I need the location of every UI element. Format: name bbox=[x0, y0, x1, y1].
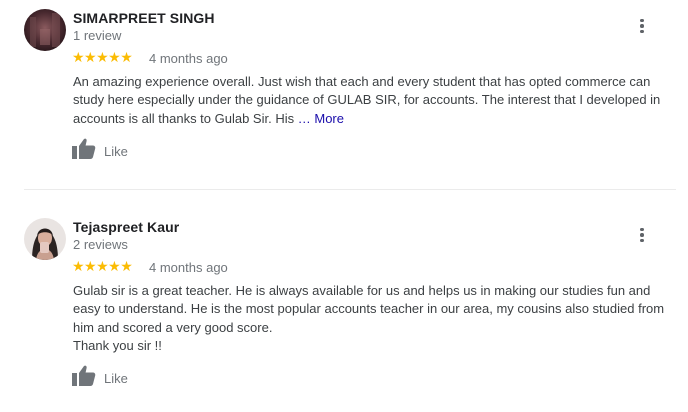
reviewer-review-count[interactable]: 2 reviews bbox=[73, 237, 128, 252]
more-vert-icon bbox=[640, 227, 644, 243]
review-divider bbox=[24, 189, 676, 190]
star-rating: ★★★★★ bbox=[72, 258, 133, 274]
star-rating: ★★★★★ bbox=[72, 49, 133, 65]
reviewer-review-count[interactable]: 1 review bbox=[73, 28, 121, 43]
thumbs-up-icon bbox=[72, 365, 96, 392]
like-label: Like bbox=[104, 143, 128, 159]
more-link[interactable]: More bbox=[314, 111, 344, 126]
review-text: An amazing experience overall. Just wish… bbox=[73, 73, 673, 128]
thumbs-up-icon bbox=[72, 138, 96, 165]
reviewer-avatar[interactable] bbox=[24, 9, 66, 51]
review-date: 4 months ago bbox=[149, 51, 228, 66]
review-menu-button[interactable] bbox=[632, 225, 652, 245]
review-body: An amazing experience overall. Just wish… bbox=[73, 74, 661, 126]
more-vert-icon bbox=[640, 18, 644, 34]
review-body-line: Thank you sir !! bbox=[73, 338, 162, 354]
like-button[interactable]: Like bbox=[72, 138, 128, 165]
reviewer-avatar[interactable] bbox=[24, 218, 66, 260]
review-date: 4 months ago bbox=[149, 260, 228, 275]
like-label: Like bbox=[104, 370, 128, 386]
reviewer-name[interactable]: SIMARPREET SINGH bbox=[73, 10, 215, 26]
review-card: SIMARPREET SINGH 1 review ★★★★★ 4 months… bbox=[0, 0, 688, 190]
reviewer-name[interactable]: Tejaspreet Kaur bbox=[73, 219, 179, 235]
review-text: Gulab sir is a great teacher. He is alwa… bbox=[73, 282, 673, 356]
like-button[interactable]: Like bbox=[72, 365, 128, 392]
review-menu-button[interactable] bbox=[632, 16, 652, 36]
review-ellipsis: … bbox=[297, 110, 311, 126]
review-body: Gulab sir is a great teacher. He is alwa… bbox=[73, 283, 665, 335]
